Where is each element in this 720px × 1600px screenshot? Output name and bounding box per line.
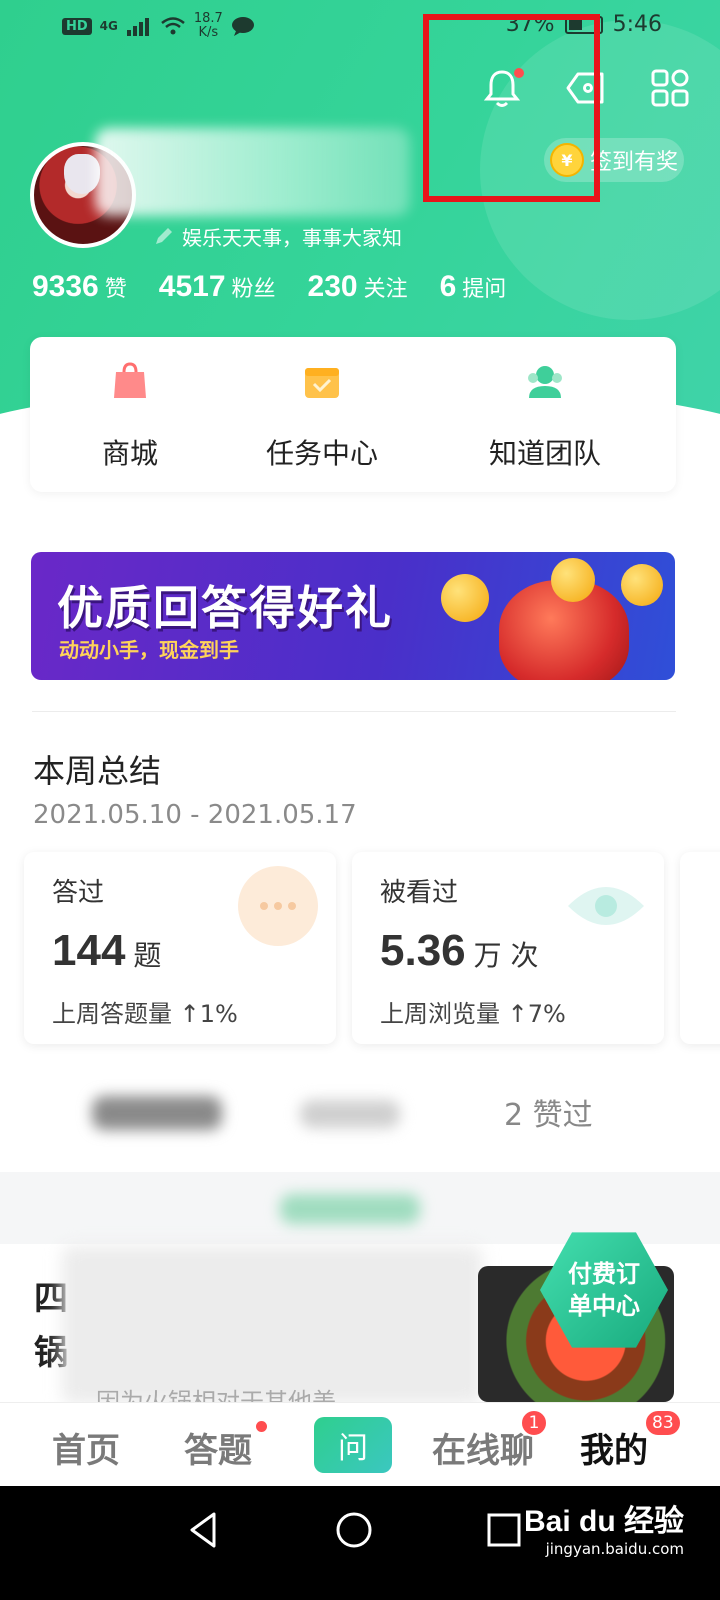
divider — [32, 711, 676, 712]
hd-icon: HD — [62, 17, 92, 35]
tab-blurred[interactable] — [300, 1100, 400, 1128]
nav-answer[interactable]: 答题 — [184, 1423, 252, 1472]
wifi-icon — [161, 17, 185, 35]
stat-likes[interactable]: 9336 赞 — [32, 270, 127, 304]
gold-coin-icon — [551, 558, 595, 602]
gold-coin-icon — [441, 574, 489, 622]
viewed-count: 5.36 — [380, 926, 466, 975]
profile-stats: 9336 赞 4517 粉丝 230 关注 6 提问 — [32, 270, 506, 304]
answered-count: 144 — [52, 926, 126, 975]
motto-text: 娱乐天天事，事事大家知 — [182, 226, 402, 250]
baidu-jingyan-watermark: Bai du 经验 jingyan.baidu.com — [523, 1505, 684, 1558]
next-card-peek[interactable] — [680, 852, 720, 1044]
profile-motto[interactable]: 娱乐天天事，事事大家知 — [152, 222, 402, 251]
promo-banner[interactable]: 优质回答得好礼 动动小手，现金到手 — [31, 552, 675, 680]
signal-icon — [126, 18, 149, 36]
nav-home[interactable]: 首页 — [52, 1423, 120, 1472]
banner-subtitle: 动动小手，现金到手 — [59, 638, 239, 662]
tab-blurred[interactable] — [92, 1096, 222, 1130]
week-date-range: 2021.05.10 - 2021.05.17 — [33, 800, 357, 830]
home-icon[interactable] — [332, 1508, 376, 1552]
content-tabs — [0, 1060, 720, 1170]
gold-coin-icon — [621, 564, 663, 606]
system-nav-bar: Bai du 经验 jingyan.baidu.com — [0, 1486, 720, 1600]
feed-title-blurred — [62, 1246, 482, 1404]
tab-liked[interactable]: 2 赞过 — [504, 1090, 593, 1134]
bottom-nav: 首页 答题 问 在线聊 1 我的 83 — [0, 1402, 720, 1486]
stat-followers[interactable]: 4517 粉丝 — [159, 270, 276, 304]
shortcut-card: 商城 任务中心 知道团队 — [30, 337, 676, 492]
shortcut-team[interactable]: 知道团队 — [445, 362, 645, 472]
stat-questions[interactable]: 6 提问 — [440, 270, 507, 304]
viewed-card[interactable]: 被看过 5.36 万 次 上周浏览量 ↑7% — [352, 852, 664, 1044]
network-speed: 18.7 K/s — [193, 11, 223, 40]
clock: 5:46 — [612, 12, 662, 37]
week-summary-title: 本周总结 — [33, 752, 162, 790]
stat-following[interactable]: 230 关注 — [308, 270, 408, 304]
calendar-task-icon — [305, 368, 339, 398]
team-icon — [528, 366, 562, 398]
chat-bubble-icon — [238, 866, 318, 946]
eye-icon — [568, 887, 644, 925]
network-type: 4G — [99, 19, 118, 33]
nav-mine[interactable]: 我的 — [580, 1423, 648, 1472]
recents-icon[interactable] — [482, 1508, 526, 1552]
apps-grid-button[interactable] — [648, 66, 692, 110]
shortcut-task-center[interactable]: 任务中心 — [222, 362, 422, 472]
username-blurred — [95, 128, 410, 216]
pencil-icon — [156, 227, 172, 244]
nav-chat[interactable]: 在线聊 — [432, 1423, 534, 1472]
answered-card[interactable]: 答过 144 题 上周答题量 ↑1% — [24, 852, 336, 1044]
viewed-trend: 上周浏览量 ↑7% — [380, 1000, 566, 1028]
shortcut-mall[interactable]: 商城 — [30, 362, 230, 472]
mine-badge: 83 — [644, 1409, 682, 1437]
chat-badge: 1 — [520, 1409, 548, 1437]
answered-trend: 上周答题量 ↑1% — [52, 1000, 238, 1028]
answer-dot — [256, 1421, 267, 1432]
chat-bubble-icon — [231, 17, 254, 36]
status-bar: HD 4G 18.7 K/s 37% 5:46 — [0, 0, 720, 52]
shopping-bag-icon — [114, 362, 146, 398]
highlight-annotation — [423, 14, 600, 202]
back-icon[interactable] — [182, 1508, 226, 1552]
signin-label: 签到有奖 — [590, 150, 679, 175]
nav-ask-button[interactable]: 问 — [314, 1417, 392, 1473]
banner-title: 优质回答得好礼 — [57, 581, 393, 635]
grid-icon — [651, 69, 689, 107]
